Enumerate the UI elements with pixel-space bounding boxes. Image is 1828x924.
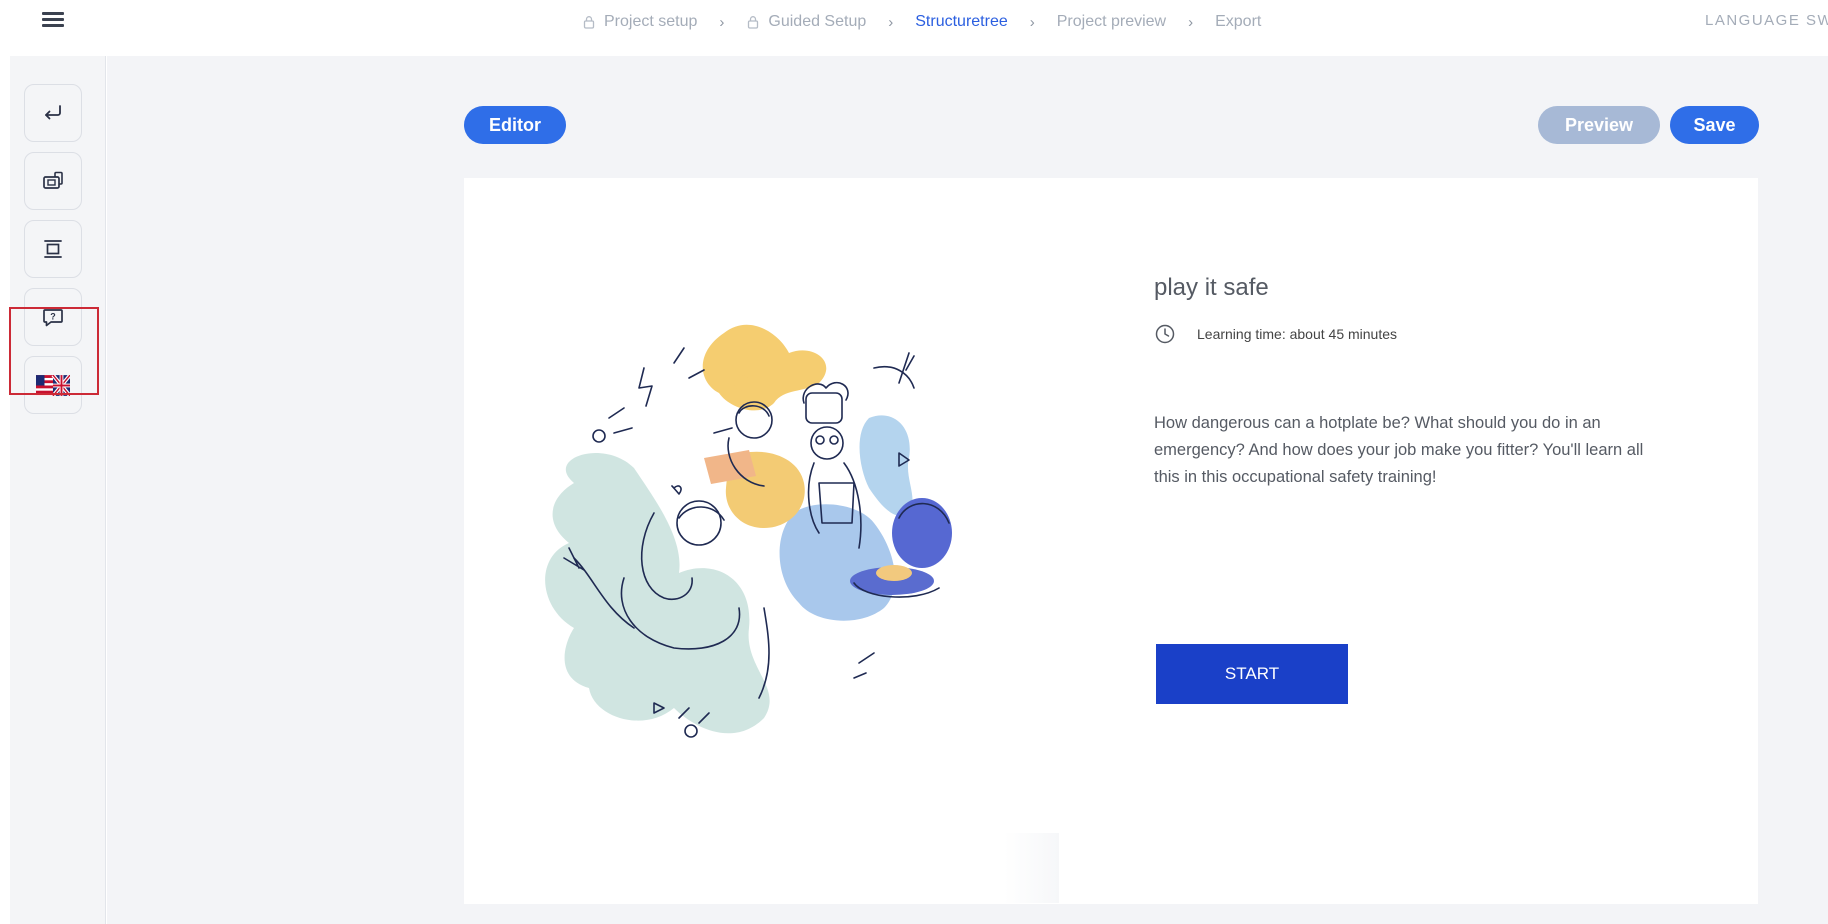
crumb-guided-setup[interactable]: Guided Setup (746, 13, 866, 31)
crumb-label: Structuretree (915, 13, 1008, 30)
hamburger-icon[interactable] (40, 8, 66, 30)
return-arrow-icon (45, 105, 61, 120)
course-description: How dangerous can a hotplate be? What sh… (1154, 414, 1644, 486)
start-button[interactable]: START (1156, 644, 1348, 704)
chevron-right-icon: › (888, 13, 894, 31)
crumb-project-preview[interactable]: Project preview (1057, 13, 1166, 31)
back-button[interactable] (24, 84, 82, 142)
safety-illustration (545, 324, 952, 738)
crumb-label: Guided Setup (768, 13, 867, 30)
editor-button[interactable]: Editor (464, 106, 566, 144)
sidebar: ? (10, 56, 106, 924)
save-button[interactable]: Save (1670, 106, 1759, 144)
crumb-label: Project setup (604, 13, 698, 30)
course-title: play it safe (1154, 274, 1269, 301)
image-edge-fade (1004, 833, 1059, 903)
crumb-project-setup[interactable]: Project setup (582, 13, 697, 31)
media-button[interactable] (24, 152, 82, 210)
main-area: Editor Preview Save play it safe Learnin… (107, 56, 1828, 924)
chevron-right-icon: › (719, 13, 725, 31)
language-switch[interactable]: LANGUAGE SW (1705, 12, 1828, 29)
top-bar: Project setup › Guided Setup › Structure… (0, 0, 1828, 56)
crumb-structuretree[interactable]: Structuretree (915, 13, 1007, 31)
preview-button[interactable]: Preview (1538, 106, 1660, 144)
crumb-label: Export (1215, 13, 1262, 30)
crumb-label: Project preview (1056, 13, 1167, 30)
media-slide-icon (43, 171, 63, 189)
crumb-export[interactable]: Export (1215, 13, 1261, 31)
breadcrumb: Project setup › Guided Setup › Structure… (582, 12, 1261, 32)
learning-time-text: Learning time: about 45 minutes (1197, 326, 1398, 342)
annotation-highlight-box (9, 307, 99, 395)
clock-icon (1155, 324, 1175, 344)
layout-button[interactable] (24, 220, 82, 278)
page-layout-icon (44, 240, 62, 258)
learning-time: Learning time: about 45 minutes (1154, 323, 1397, 345)
course-start-card: play it safe Learning time: about 45 min… (464, 178, 1758, 904)
lock-icon (748, 16, 759, 29)
lock-icon (583, 16, 595, 29)
chevron-right-icon: › (1188, 13, 1194, 31)
chevron-right-icon: › (1029, 13, 1035, 31)
